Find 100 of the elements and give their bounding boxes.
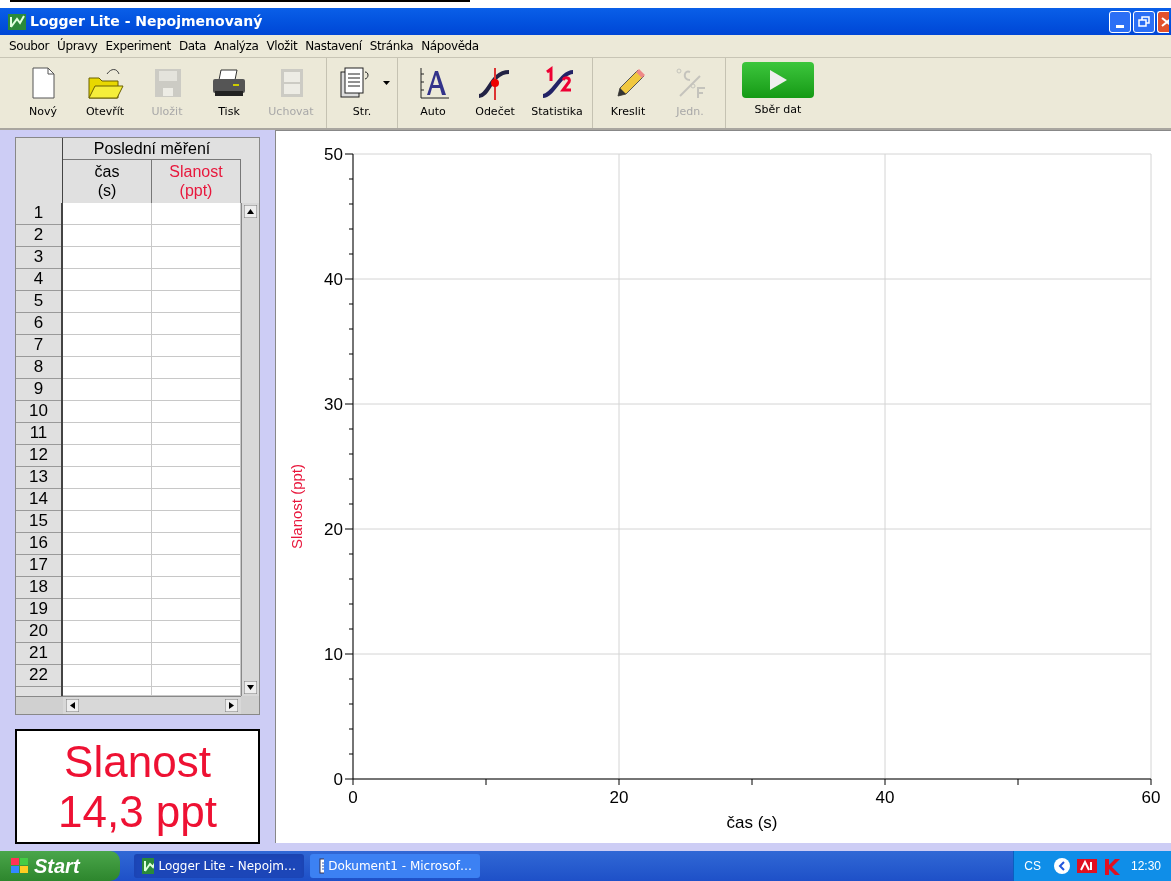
table-cell[interactable] xyxy=(63,379,152,401)
table-cell[interactable] xyxy=(63,291,152,313)
windows-flag-icon xyxy=(10,857,30,875)
table-cell[interactable] xyxy=(152,577,241,599)
row-number: 14 xyxy=(16,489,61,511)
scroll-right-arrow-icon xyxy=(225,699,238,712)
minimize-button[interactable] xyxy=(1109,10,1131,33)
table-cell[interactable] xyxy=(63,423,152,445)
row-number: 9 xyxy=(16,379,61,401)
meter-reading: 14,3 ppt xyxy=(58,786,217,837)
table-cell[interactable] xyxy=(152,511,241,533)
restore-button[interactable] xyxy=(1133,10,1155,33)
toolbar-button[interactable]: Otevřít xyxy=(74,58,136,121)
table-cell[interactable] xyxy=(63,335,152,357)
table-cell[interactable] xyxy=(152,467,241,489)
x-tick-label: 40 xyxy=(875,788,895,807)
scroll-down-arrow-icon xyxy=(244,681,257,694)
x-axis-label: čas (s) xyxy=(726,813,778,832)
table-cell[interactable] xyxy=(63,599,152,621)
table-cell[interactable] xyxy=(63,203,152,225)
table-cell[interactable] xyxy=(152,357,241,379)
toolbar-button[interactable]: Kreslit xyxy=(597,58,659,121)
row-number: 1 xyxy=(16,203,61,225)
table-cell[interactable] xyxy=(152,247,241,269)
table-cell[interactable] xyxy=(152,687,241,696)
column-header: Slanost (ppt) xyxy=(152,160,241,203)
close-icon xyxy=(1161,16,1169,27)
table-cell[interactable] xyxy=(63,489,152,511)
start-button[interactable]: Start xyxy=(0,851,120,881)
vertical-scrollbar[interactable] xyxy=(241,203,259,696)
group-header: Poslední měření xyxy=(63,138,241,160)
y-tick-label: 10 xyxy=(324,645,343,664)
table-cell[interactable] xyxy=(152,313,241,335)
table-cell[interactable] xyxy=(63,643,152,665)
menu-item[interactable]: Experiment xyxy=(105,37,171,55)
y-tick-label: 50 xyxy=(324,145,343,164)
menu-item[interactable]: Nápověda xyxy=(421,37,479,55)
chevron-left-icon[interactable] xyxy=(1052,857,1071,875)
collect-button[interactable]: Sběr dat xyxy=(730,58,826,119)
toolbar-button[interactable]: Nový xyxy=(12,58,74,121)
taskbar-button[interactable]: Dokument1 - Microsof… xyxy=(310,854,480,878)
table-cell[interactable] xyxy=(63,225,152,247)
table-cell[interactable] xyxy=(63,577,152,599)
table-cell[interactable] xyxy=(152,665,241,687)
table-cell[interactable] xyxy=(152,203,241,225)
toolbar-button[interactable]: Odečet xyxy=(464,58,526,121)
toolbar-button[interactable]: Statistika xyxy=(526,58,588,121)
table-cell[interactable] xyxy=(63,687,152,696)
menu-item[interactable]: Stránka xyxy=(369,37,414,55)
table-cell[interactable] xyxy=(63,401,152,423)
menu-item[interactable]: Úpravy xyxy=(57,37,98,55)
menu-item[interactable]: Analýza xyxy=(213,37,259,55)
table-cell[interactable] xyxy=(152,423,241,445)
y-tick-label: 30 xyxy=(324,395,343,414)
row-number: 4 xyxy=(16,269,61,291)
table-cell[interactable] xyxy=(63,247,152,269)
row-number: 16 xyxy=(16,533,61,555)
row-number: 10 xyxy=(16,401,61,423)
taskbar-button[interactable]: Logger Lite - Nepojm… xyxy=(134,854,304,878)
tray-app-icon[interactable] xyxy=(1076,859,1097,873)
table-cell[interactable] xyxy=(63,445,152,467)
row-number: 18 xyxy=(16,577,61,599)
toolbar-button[interactable]: Auto xyxy=(402,58,464,121)
toolbar-button[interactable]: Str. xyxy=(331,58,393,121)
table-cell[interactable] xyxy=(152,643,241,665)
table-cell[interactable] xyxy=(63,555,152,577)
table-cell[interactable] xyxy=(63,621,152,643)
dropdown-caret-icon[interactable] xyxy=(382,81,390,85)
table-cell[interactable] xyxy=(63,269,152,291)
table-cell[interactable] xyxy=(152,621,241,643)
table-cell[interactable] xyxy=(152,335,241,357)
menu-item[interactable]: Vložit xyxy=(266,37,298,55)
menu-item[interactable]: Soubor xyxy=(9,37,50,55)
table-cell[interactable] xyxy=(152,401,241,423)
table-cell[interactable] xyxy=(152,379,241,401)
y-tick-label: 20 xyxy=(324,520,343,539)
table-cell[interactable] xyxy=(63,357,152,379)
tray-shield-icon[interactable] xyxy=(1102,857,1121,875)
table-cell[interactable] xyxy=(63,313,152,335)
toolbar-button[interactable]: Tisk xyxy=(198,58,260,121)
table-cell[interactable] xyxy=(152,269,241,291)
table-cell[interactable] xyxy=(152,225,241,247)
table-cell[interactable] xyxy=(152,291,241,313)
table-cell[interactable] xyxy=(63,665,152,687)
table-cell[interactable] xyxy=(152,489,241,511)
table-cell[interactable] xyxy=(63,533,152,555)
close-button[interactable] xyxy=(1157,10,1169,33)
table-cell[interactable] xyxy=(152,533,241,555)
horizontal-scrollbar[interactable] xyxy=(63,696,241,714)
table-cell[interactable] xyxy=(63,467,152,489)
table-cell[interactable] xyxy=(63,511,152,533)
row-number: 13 xyxy=(16,467,61,489)
table-cell[interactable] xyxy=(152,599,241,621)
table-cell[interactable] xyxy=(152,445,241,467)
row-number: 5 xyxy=(16,291,61,313)
scroll-up-arrow-icon xyxy=(244,205,257,218)
menu-item[interactable]: Data xyxy=(178,37,206,55)
row-number-filler xyxy=(16,687,61,696)
table-cell[interactable] xyxy=(152,555,241,577)
menu-item[interactable]: Nastavení xyxy=(305,37,362,55)
